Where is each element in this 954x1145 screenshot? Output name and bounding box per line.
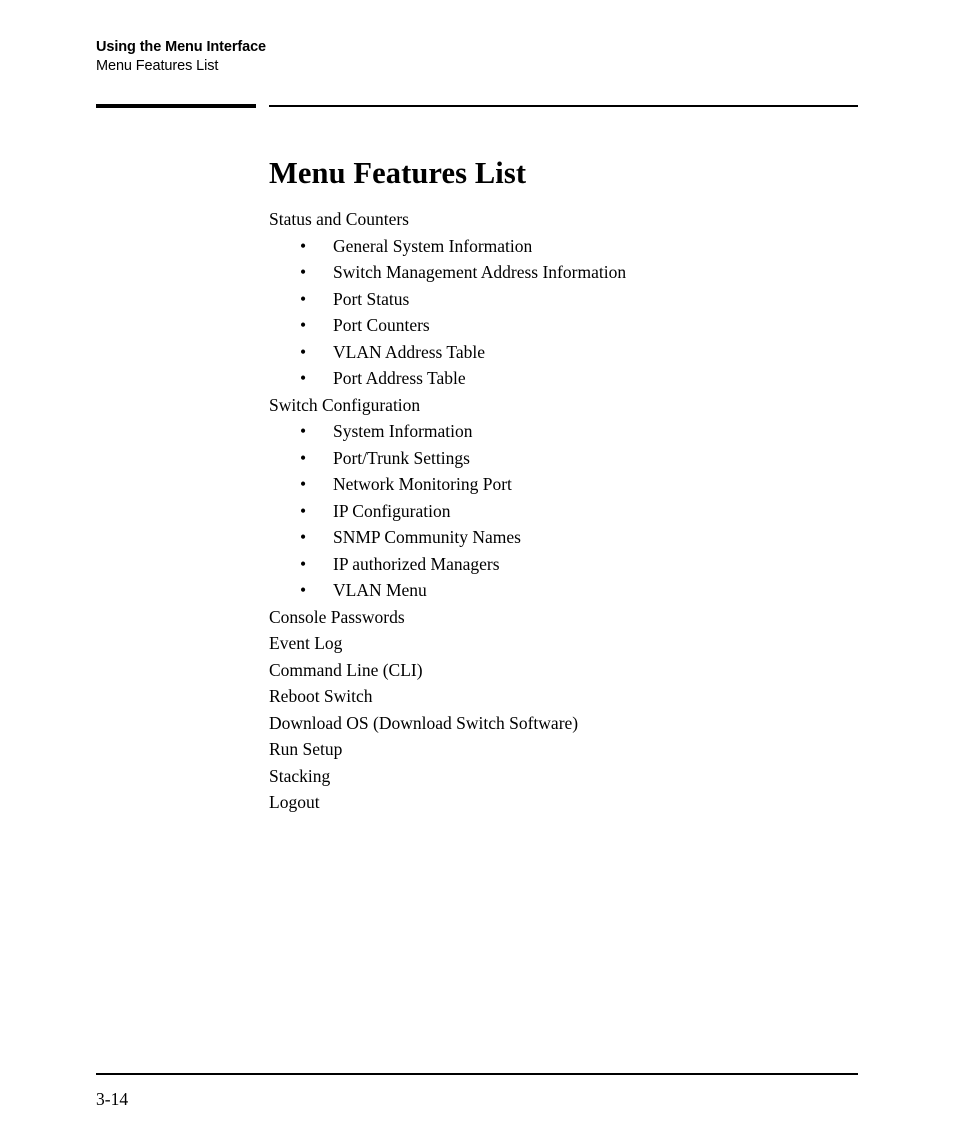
menu-features-list: Status and Counters • General System Infor… — [269, 206, 869, 816]
menu-subentry: • System Information — [269, 418, 869, 445]
bullet-icon: • — [300, 262, 307, 282]
bullet-icon: • — [300, 235, 307, 256]
running-header-section-subtitle: Menu Features List — [96, 58, 219, 74]
menu-subentry-label: System Information — [333, 421, 473, 441]
menu-subentry-label: Network Monitoring Port — [333, 474, 512, 494]
menu-subentry-label: VLAN Menu — [333, 580, 427, 600]
menu-subentry: • IP Configuration — [269, 498, 869, 525]
bullet-icon: • — [300, 447, 307, 468]
menu-entry: Run Setup — [269, 739, 343, 759]
menu-subentry: • Port Counters — [269, 312, 869, 339]
menu-subentry-label: VLAN Address Table — [333, 341, 486, 362]
header-rule-thin — [269, 105, 858, 107]
menu-subentry-label: IP Configuration — [333, 500, 451, 521]
bullet-icon: • — [300, 368, 307, 388]
menu-subentry: • Port Address Table — [269, 365, 869, 392]
bullet-icon: • — [300, 580, 307, 600]
menu-subentry: • Network Monitoring Port — [269, 471, 869, 498]
menu-subentry-label: Port Address Table — [333, 368, 466, 388]
bullet-icon: • — [300, 421, 307, 441]
menu-sublist: • System Information • Port/Trunk Settings •… — [269, 418, 869, 604]
footer-rule — [96, 1073, 858, 1075]
bullet-icon: • — [300, 553, 307, 574]
bullet-icon: • — [300, 527, 307, 547]
menu-entry: Logout — [269, 792, 320, 812]
menu-subentry: • IP authorized Managers — [269, 551, 869, 578]
document-page: Using the Menu Interface Menu Features L… — [0, 0, 954, 1145]
menu-sublist: • General System Information • Switch Manag… — [269, 233, 869, 392]
menu-entry: Switch Configuration — [269, 394, 421, 415]
menu-subentry: • Switch Management Address Information — [269, 259, 869, 286]
menu-subentry: • SNMP Community Names — [269, 524, 869, 551]
menu-subentry: • VLAN Address Table — [269, 339, 869, 366]
menu-subentry-label: General System Information — [333, 235, 533, 256]
running-header-chapter-title: Using the Menu Interface — [96, 39, 267, 55]
bullet-icon: • — [300, 315, 307, 335]
menu-subentry: • Port/Trunk Settings — [269, 445, 869, 472]
menu-subentry-label: Port Status — [333, 288, 410, 309]
menu-subentry-label: SNMP Community Names — [333, 527, 521, 547]
bullet-icon: • — [300, 500, 307, 521]
menu-subentry-label: Switch Management Address Information — [333, 262, 627, 282]
menu-entry: Status and Counters — [269, 209, 409, 229]
bullet-icon: • — [300, 288, 307, 309]
bullet-icon: • — [300, 341, 307, 362]
menu-entry: Download OS (Download Switch Software) — [269, 712, 579, 733]
menu-subentry: • General System Information — [269, 233, 869, 260]
page-title: Menu Features List — [269, 156, 527, 191]
header-rule-thick — [96, 104, 256, 108]
menu-subentry-label: Port/Trunk Settings — [333, 447, 470, 468]
page-number: 3-14 — [96, 1089, 129, 1109]
menu-subentry-label: Port Counters — [333, 315, 430, 335]
running-header: Using the Menu Interface Menu Features L… — [96, 38, 496, 76]
menu-subentry-label: IP authorized Managers — [333, 553, 500, 574]
menu-entry: Command Line (CLI) — [269, 659, 423, 680]
menu-subentry: • Port Status — [269, 286, 869, 313]
menu-entry: Event Log — [269, 633, 343, 653]
bullet-icon: • — [300, 474, 307, 494]
menu-entry: Stacking — [269, 765, 331, 786]
menu-entry: Reboot Switch — [269, 686, 373, 706]
menu-entry: Console Passwords — [269, 606, 405, 627]
menu-subentry: • VLAN Menu — [269, 577, 869, 604]
